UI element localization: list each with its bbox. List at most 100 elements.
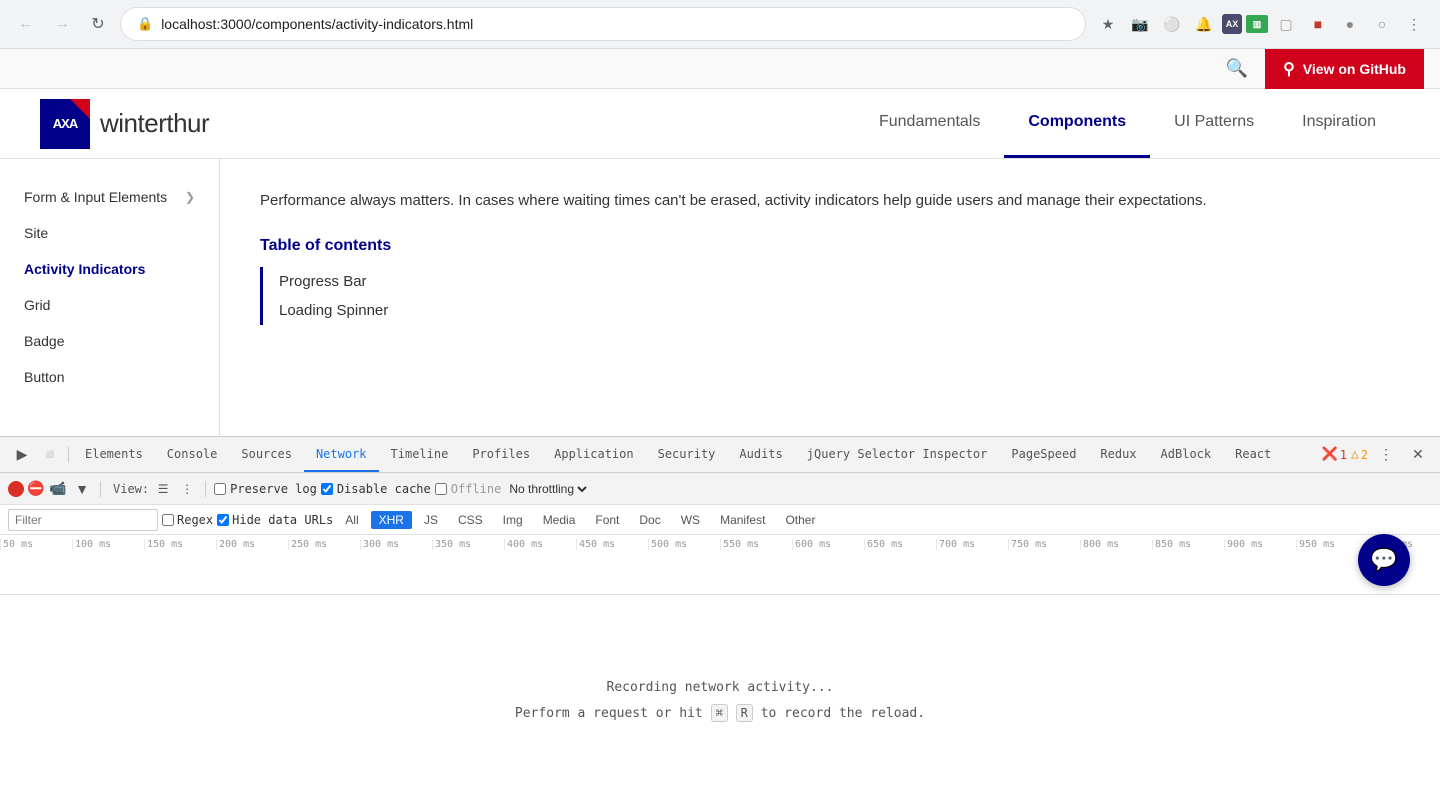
- lock-icon: 🔒: [137, 16, 153, 32]
- timeline-tick: 600 ms: [792, 539, 864, 550]
- sidebar-item-badge[interactable]: Badge: [0, 323, 219, 359]
- chevron-right-icon: ❯: [185, 190, 195, 204]
- filter-tag-ws[interactable]: WS: [673, 511, 708, 529]
- filter-tag-media[interactable]: Media: [535, 511, 584, 529]
- timeline-tick: 100 ms: [72, 539, 144, 550]
- utility-bar: 🔍 ⚲ View on GitHub: [0, 49, 1440, 89]
- devtools-tab-jquery[interactable]: jQuery Selector Inspector: [795, 437, 1000, 472]
- filter-input[interactable]: [8, 509, 158, 531]
- extension-btn5[interactable]: ○: [1368, 10, 1396, 38]
- sidebar-item-form-input[interactable]: Form & Input Elements ❯: [0, 179, 219, 215]
- devtools-tab-react[interactable]: React: [1223, 437, 1283, 472]
- timeline-tick: 300 ms: [360, 539, 432, 550]
- toc-item-loading-spinner[interactable]: Loading Spinner: [279, 296, 1400, 325]
- devtools-tab-sources[interactable]: Sources: [229, 437, 304, 472]
- network-empty-state: Recording network activity... Perform a …: [0, 595, 1440, 806]
- timeline-tick: 900 ms: [1224, 539, 1296, 550]
- stop-button[interactable]: ⛔: [28, 481, 44, 497]
- nav-ui-patterns[interactable]: UI Patterns: [1150, 89, 1278, 158]
- filter-tag-img[interactable]: Img: [495, 511, 531, 529]
- devtools-tab-profiles[interactable]: Profiles: [460, 437, 542, 472]
- devtools-tab-redux[interactable]: Redux: [1088, 437, 1148, 472]
- filter-tag-css[interactable]: CSS: [450, 511, 491, 529]
- main-nav: Fundamentals Components UI Patterns Insp…: [855, 89, 1400, 158]
- github-icon: ⚲: [1283, 59, 1295, 79]
- timeline-tick: 950 ms: [1296, 539, 1368, 550]
- devtools-tab-adblock[interactable]: AdBlock: [1149, 437, 1224, 472]
- chat-button[interactable]: 💬: [1358, 534, 1410, 586]
- view-list-btn[interactable]: ☰: [153, 479, 173, 499]
- toc-title: Table of contents: [260, 237, 1400, 255]
- logo-text: winterthur: [100, 108, 209, 139]
- address-bar[interactable]: 🔒 localhost:3000/components/activity-ind…: [120, 7, 1086, 41]
- error-badge: ❌ 1: [1322, 447, 1347, 462]
- filter-tag-font[interactable]: Font: [587, 511, 627, 529]
- url-text: localhost:3000/components/activity-indic…: [161, 16, 1069, 32]
- devtools-tab-pagespeed[interactable]: PageSpeed: [999, 437, 1088, 472]
- record-button[interactable]: [8, 481, 24, 497]
- devtools-tab-network[interactable]: Network: [304, 437, 379, 472]
- filter-tag-all[interactable]: All: [337, 511, 366, 529]
- timeline-tick: 450 ms: [576, 539, 648, 550]
- regex-checkbox[interactable]: [162, 514, 174, 526]
- filter-tag-other[interactable]: Other: [777, 511, 823, 529]
- bookmark-button[interactable]: ★: [1094, 10, 1122, 38]
- filter-tag-manifest[interactable]: Manifest: [712, 511, 773, 529]
- sidebar-item-site[interactable]: Site: [0, 215, 219, 251]
- filter-tag-js[interactable]: JS: [416, 511, 446, 529]
- devtools-close-btn[interactable]: ✕: [1404, 441, 1432, 469]
- warning-badge: △ 2: [1351, 447, 1368, 462]
- hide-data-urls-checkbox[interactable]: [217, 514, 229, 526]
- extension-btn2[interactable]: ▢: [1272, 10, 1300, 38]
- devtools-tab-audits[interactable]: Audits: [727, 437, 794, 472]
- camera-button[interactable]: 📹: [48, 479, 68, 499]
- browser-toolbar: ← → ↻ 🔒 localhost:3000/components/activi…: [0, 0, 1440, 48]
- github-button[interactable]: ⚲ View on GitHub: [1265, 49, 1424, 89]
- view-grid-btn[interactable]: ⋮: [177, 479, 197, 499]
- notifications-button[interactable]: 🔔: [1190, 10, 1218, 38]
- toc-item-progress-bar[interactable]: Progress Bar: [279, 267, 1400, 296]
- devtools-overflow-btn[interactable]: ⋮: [1372, 441, 1400, 469]
- preserve-log-checkbox[interactable]: [214, 483, 226, 495]
- extension-btn4[interactable]: ●: [1336, 10, 1364, 38]
- logo-box: [40, 99, 90, 149]
- devtools-inspect-btn[interactable]: ▶: [8, 441, 36, 469]
- account-button[interactable]: ⚪: [1158, 10, 1186, 38]
- filter-tag-xhr[interactable]: XHR: [371, 511, 412, 529]
- devtools-tab-elements[interactable]: Elements: [73, 437, 155, 472]
- browser-actions: ★ 📷 ⚪ 🔔 AX ▥ ▢ ■ ● ○ ⋮: [1094, 10, 1428, 38]
- filter-tag-doc[interactable]: Doc: [631, 511, 668, 529]
- throttle-select[interactable]: No throttling: [505, 481, 590, 497]
- offline-checkbox[interactable]: [435, 483, 447, 495]
- sidebar-item-grid[interactable]: Grid: [0, 287, 219, 323]
- disable-cache-label[interactable]: Disable cache: [321, 482, 431, 496]
- forward-button[interactable]: →: [48, 10, 76, 38]
- screenshot-button[interactable]: 📷: [1126, 10, 1154, 38]
- hide-data-urls-label[interactable]: Hide data URLs: [217, 513, 333, 527]
- separator3: [205, 481, 206, 497]
- nav-inspiration[interactable]: Inspiration: [1278, 89, 1400, 158]
- devtools-tab-console[interactable]: Console: [155, 437, 230, 472]
- devtools-tab-application[interactable]: Application: [542, 437, 645, 472]
- reload-button[interactable]: ↻: [84, 10, 112, 38]
- sidebar-item-activity-indicators[interactable]: Activity Indicators: [0, 251, 219, 287]
- disable-cache-checkbox[interactable]: [321, 483, 333, 495]
- back-button[interactable]: ←: [12, 10, 40, 38]
- devtools-tab-actions: ❌ 1 △ 2 ⋮ ✕: [1322, 441, 1432, 469]
- devtools-tab-timeline[interactable]: Timeline: [379, 437, 461, 472]
- devtools-device-btn[interactable]: ◽: [36, 441, 64, 469]
- nav-fundamentals[interactable]: Fundamentals: [855, 89, 1004, 158]
- error-icon: ❌: [1322, 447, 1338, 462]
- separator2: [100, 481, 101, 497]
- timeline-tick: 50 ms: [0, 539, 72, 550]
- sidebar-item-button[interactable]: Button: [0, 359, 219, 395]
- devtools-tab-security[interactable]: Security: [646, 437, 728, 472]
- nav-components[interactable]: Components: [1004, 89, 1150, 158]
- filter-button[interactable]: ▼: [72, 479, 92, 499]
- more-button[interactable]: ⋮: [1400, 10, 1428, 38]
- search-button[interactable]: 🔍: [1221, 53, 1253, 85]
- extension-btn3[interactable]: ■: [1304, 10, 1332, 38]
- preserve-log-label[interactable]: Preserve log: [214, 482, 317, 496]
- offline-label[interactable]: Offline: [435, 482, 502, 496]
- regex-label[interactable]: Regex: [162, 513, 213, 527]
